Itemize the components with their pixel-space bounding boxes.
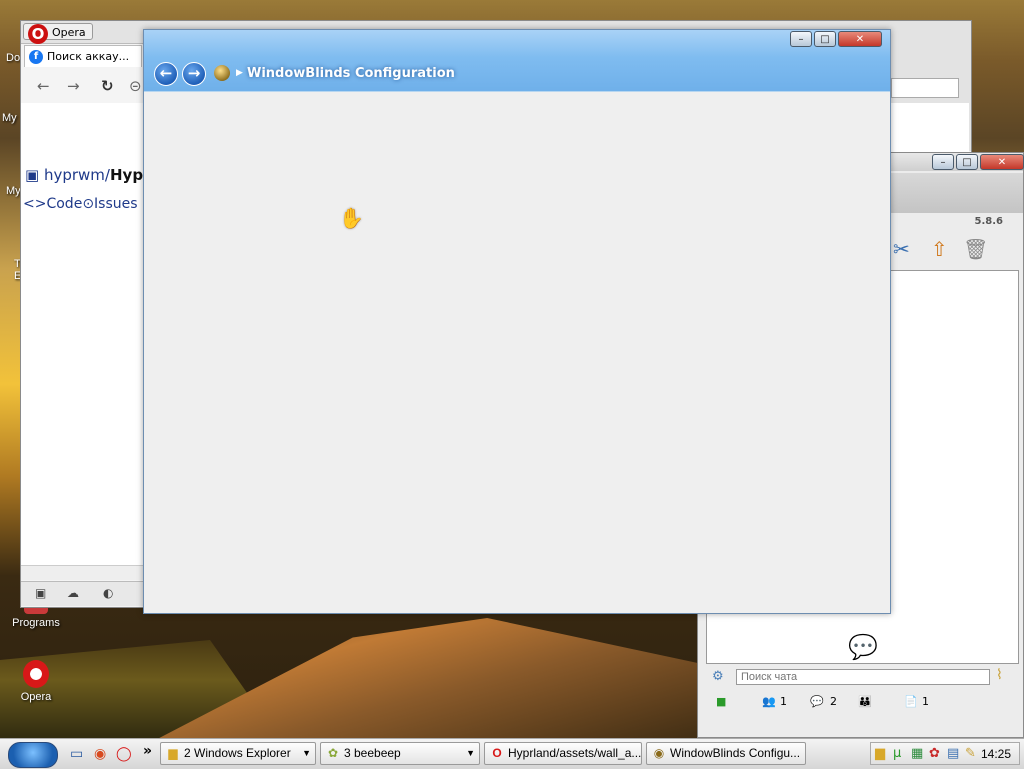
windowblinds-header[interactable]: – □ ✕ ← → ▶ WindowBlinds Configuration	[144, 30, 890, 92]
dropdown-arrow-icon: ▼	[466, 748, 475, 758]
opera-status-bar: ▣ ☁ ◐	[21, 581, 145, 606]
taskbar: ▭ ◉ ◯ » ▆ 2 Windows Explorer ▼ ✿ 3 beebeep…	[0, 738, 1024, 769]
hand-cursor-icon: ✋	[339, 206, 364, 230]
facebook-icon: f	[29, 50, 43, 64]
task-label: Hyprland/assets/wall_a...	[508, 746, 642, 760]
chats-count: 2	[830, 695, 837, 708]
chat-bubbles-icon: 💬	[848, 633, 878, 661]
users-count: 1	[780, 695, 787, 708]
opera-icon: O	[492, 746, 502, 760]
opera-address-field[interactable]	[891, 78, 959, 98]
tab-issues[interactable]: Issues	[94, 196, 138, 212]
task-label: 3 beebeep	[344, 746, 401, 760]
page-title: WindowBlinds Configuration	[247, 66, 455, 81]
dropdown-arrow-icon: ▼	[302, 748, 311, 758]
breadcrumb-arrow-icon[interactable]: ▶	[236, 68, 243, 78]
task-beebeep[interactable]: ✿ 3 beebeep ▼	[320, 742, 480, 765]
gear-icon[interactable]: ⚙	[712, 669, 724, 684]
overflow-chevron-icon[interactable]: »	[143, 743, 152, 759]
task-label: WindowBlinds Configu...	[670, 746, 801, 760]
desktop-icon-opera[interactable]: Opera	[6, 660, 66, 703]
groups-icon[interactable]: 👪	[858, 695, 872, 708]
show-desktop-icon[interactable]: ▭	[70, 746, 83, 762]
cloud-icon[interactable]: ☁	[67, 586, 79, 600]
repo-owner-link[interactable]: hyprwm	[44, 166, 105, 184]
speed-dial-icon[interactable]: ⊝	[129, 77, 142, 95]
github-repo-path: ▣ hyprwm/Hypr	[25, 166, 150, 184]
opera-page-content: ▣ hyprwm/Hypr <>Code⊙Issues 5	[21, 103, 151, 573]
task-label: 2 Windows Explorer	[184, 746, 291, 760]
firefox-icon[interactable]: ◉	[94, 746, 106, 762]
desktop-label[interactable]: My	[2, 112, 17, 124]
clock[interactable]: 14:25	[981, 747, 1011, 761]
back-arrow-icon[interactable]: ←	[37, 77, 50, 95]
github-repo-tabs: <>Code⊙Issues 5	[23, 196, 151, 212]
opera-horizontal-scrollbar[interactable]	[21, 565, 145, 580]
maximize-button[interactable]: □	[956, 154, 978, 170]
chat-search-input[interactable]	[736, 669, 990, 685]
opera-icon	[23, 660, 49, 688]
tools-tray-icon[interactable]: ✎	[965, 746, 976, 761]
issues-icon: ⊙	[82, 196, 95, 212]
chats-icon[interactable]: 💬	[810, 695, 824, 708]
desktop-label[interactable]: Do	[6, 52, 20, 64]
upload-icon[interactable]: ⇧	[931, 237, 948, 261]
task-opera[interactable]: O Hyprland/assets/wall_a...	[484, 742, 642, 765]
task-windows-explorer[interactable]: ▆ 2 Windows Explorer ▼	[160, 742, 316, 765]
close-button[interactable]: ✕	[980, 154, 1024, 170]
folder-tray-icon[interactable]: ▆	[875, 746, 885, 761]
opera-nav-bar: ← → ↻ ⊝	[21, 71, 145, 101]
forward-arrow-icon[interactable]: →	[67, 77, 80, 95]
back-button[interactable]: ←	[154, 62, 178, 86]
opera-quicklaunch-icon[interactable]: ◯	[116, 746, 132, 762]
task-windowblinds[interactable]: ◉ WindowBlinds Configu...	[646, 742, 806, 765]
maximize-button[interactable]: □	[814, 31, 836, 47]
opera-page-right	[891, 103, 969, 153]
version-label: 5.8.6	[974, 216, 1003, 227]
security-icon[interactable]: ✿	[929, 746, 940, 761]
opera-tab[interactable]: f Поиск аккау...	[24, 45, 142, 67]
opera-tab-title: Поиск аккау...	[47, 50, 130, 63]
repo-icon: ▣	[25, 166, 40, 184]
windowblinds-icon: ◉	[653, 746, 665, 760]
forward-button[interactable]: →	[182, 62, 206, 86]
desktop-icon-label: Programs	[12, 617, 60, 629]
minimize-button[interactable]: –	[790, 31, 812, 47]
beebeep-icon: ✿	[327, 746, 339, 760]
sidebar-toggle-icon[interactable]: ▣	[35, 586, 46, 600]
network-icon[interactable]: ▦	[911, 746, 923, 761]
windowblinds-window: – □ ✕ ← → ▶ WindowBlinds Configuration ✋	[143, 29, 891, 614]
system-tray: ▆ µ ▦ ✿ ▤ ✎ 14:25	[870, 742, 1020, 765]
close-button[interactable]: ✕	[838, 31, 882, 47]
opera-menu-button[interactable]: O Opera	[23, 23, 93, 44]
utorrent-icon[interactable]: µ	[893, 746, 901, 761]
code-icon: <>	[23, 196, 47, 212]
tab-code[interactable]: Code	[46, 196, 82, 212]
chat-tray-icon[interactable]: ▤	[947, 746, 959, 761]
desktop-icon-label: Opera	[20, 691, 52, 703]
clear-icon[interactable]: ⌇	[996, 667, 1003, 683]
folder-icon: ▆	[168, 746, 178, 760]
trash-icon[interactable]: 🗑	[963, 237, 988, 261]
files-count: 1	[922, 695, 929, 708]
desktop-label[interactable]: My	[6, 185, 21, 197]
start-button[interactable]	[8, 742, 58, 768]
opera-logo-icon: O	[28, 24, 48, 44]
tools-icon[interactable]: ✂	[893, 237, 910, 261]
speedometer-icon[interactable]: ◐	[103, 586, 113, 600]
beebeep-statusbar: ■ 👥 1 💬 2 👪 📄 1	[706, 693, 1019, 713]
files-icon[interactable]: 📄	[904, 695, 918, 708]
reload-icon[interactable]: ↻	[101, 77, 114, 95]
minimize-button[interactable]: –	[932, 154, 954, 170]
online-status-icon[interactable]: ■	[716, 695, 726, 708]
opera-menu-label: Opera	[52, 26, 86, 39]
windowblinds-icon	[214, 65, 230, 81]
users-icon[interactable]: 👥	[762, 695, 776, 708]
